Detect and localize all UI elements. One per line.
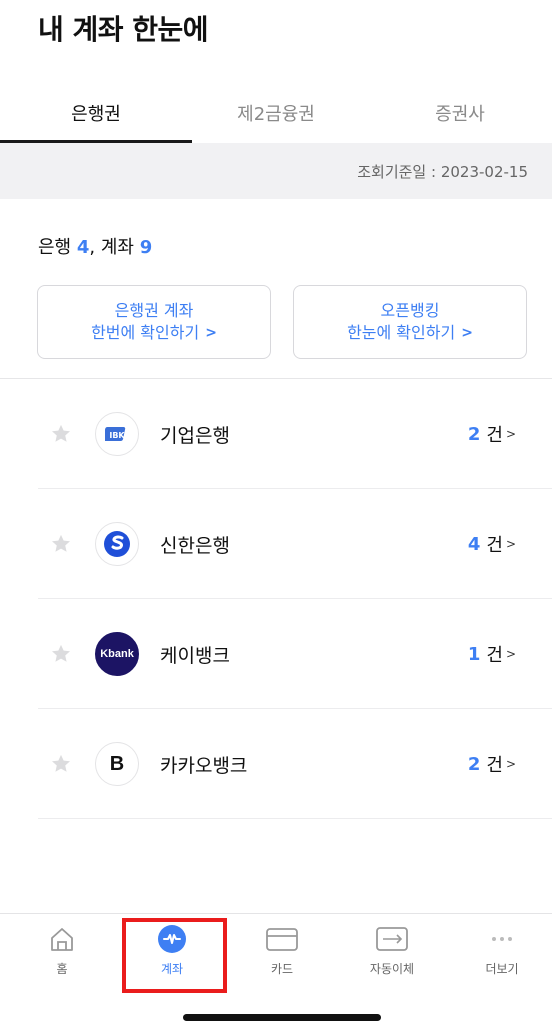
chevron-right-icon: > [461, 325, 473, 341]
count-unit: 건 [486, 425, 503, 446]
tabbar-more[interactable]: 더보기 [462, 914, 542, 994]
tabbar-label: 자동이체 [369, 962, 415, 976]
chevron-right-icon: > [505, 757, 516, 771]
tabbar-label: 더보기 [485, 962, 519, 976]
home-icon [51, 928, 73, 951]
kbank-logo: Kbank [95, 632, 139, 676]
row-divider [38, 818, 552, 819]
chevron-right-icon: > [205, 325, 217, 341]
chevron-right-icon: > [505, 647, 516, 661]
tab-bar: 은행권 제2금융권 증권사 [0, 82, 552, 144]
account-summary: 은행 4, 계좌 9 [38, 233, 152, 259]
account-label: , 계좌 [89, 237, 134, 258]
favorite-star-icon[interactable] [50, 753, 72, 775]
tabbar-label: 카드 [270, 962, 294, 976]
account-count-link[interactable]: 1 건 > [468, 641, 516, 667]
shinhan-logo [95, 522, 139, 566]
chevron-right-icon: > [505, 537, 516, 551]
bank-accounts-button-line1: 은행권 계좌 [114, 301, 194, 320]
account-count-link[interactable]: 4 건 > [468, 531, 516, 557]
account-count-link[interactable]: 2 건 > [468, 751, 516, 777]
count-unit: 건 [486, 535, 503, 556]
bank-row-kbank[interactable]: Kbank 케이뱅크 1 건 > [0, 599, 552, 709]
tabbar-label: 홈 [56, 962, 68, 976]
bank-accounts-button-line2: 한번에 확인하기 [91, 323, 200, 342]
bank-row-kakaobank[interactable]: B 카카오뱅크 2 건 > [0, 709, 552, 819]
bank-name: 케이뱅크 [160, 644, 230, 667]
account-count-link[interactable]: 2 건 > [468, 421, 516, 447]
bank-label: 은행 [38, 237, 72, 258]
bank-accounts-button[interactable]: 은행권 계좌 한번에 확인하기 > [37, 285, 271, 359]
count-unit: 건 [486, 755, 503, 776]
page-title: 내 계좌 한눈에 [38, 13, 209, 46]
favorite-star-icon[interactable] [50, 533, 72, 555]
open-banking-button[interactable]: 오픈뱅킹 한눈에 확인하기 > [293, 285, 527, 359]
bank-row-ibk[interactable]: IBK 기업은행 2 건 > [0, 379, 552, 489]
ibk-logo: IBK [95, 412, 139, 456]
bank-count: 4 [76, 237, 90, 258]
highlight-box [122, 918, 227, 993]
bank-account-count: 1 [467, 643, 481, 665]
bank-account-count: 2 [467, 753, 481, 775]
tab-secondary-finance[interactable]: 제2금융권 [184, 82, 368, 144]
bank-name: 기업은행 [160, 424, 230, 447]
favorite-star-icon[interactable] [50, 643, 72, 665]
open-banking-button-line1: 오픈뱅킹 [380, 301, 440, 320]
favorite-star-icon[interactable] [50, 423, 72, 445]
svg-text:IBK: IBK [109, 431, 125, 440]
bank-account-count: 4 [467, 533, 481, 555]
bottom-tab-bar: 홈 계좌 카드 자동이체 더보기 [0, 913, 552, 1023]
bank-name: 카카오뱅크 [160, 754, 248, 777]
chevron-right-icon: > [505, 427, 516, 441]
account-count: 9 [139, 237, 153, 258]
bank-account-count: 2 [467, 423, 481, 445]
bank-row-shinhan[interactable]: 신한은행 4 건 > [0, 489, 552, 599]
tabbar-home[interactable]: 홈 [22, 914, 102, 994]
tabbar-card[interactable]: 카드 [242, 914, 322, 994]
home-indicator [183, 1014, 381, 1021]
auto-transfer-icon [376, 927, 408, 951]
open-banking-button-line2: 한눈에 확인하기 [347, 323, 456, 342]
query-date: 조회기준일 : 2023-02-15 [357, 163, 528, 181]
more-icon [492, 937, 512, 941]
kakaobank-logo: B [95, 742, 139, 786]
card-icon [266, 928, 298, 951]
tabbar-auto-transfer[interactable]: 자동이체 [352, 914, 432, 994]
tab-bank[interactable]: 은행권 [0, 82, 192, 144]
count-unit: 건 [486, 645, 503, 666]
query-date-bar: 조회기준일 : 2023-02-15 [0, 143, 552, 199]
tab-securities[interactable]: 증권사 [368, 82, 552, 144]
bank-name: 신한은행 [160, 534, 230, 557]
